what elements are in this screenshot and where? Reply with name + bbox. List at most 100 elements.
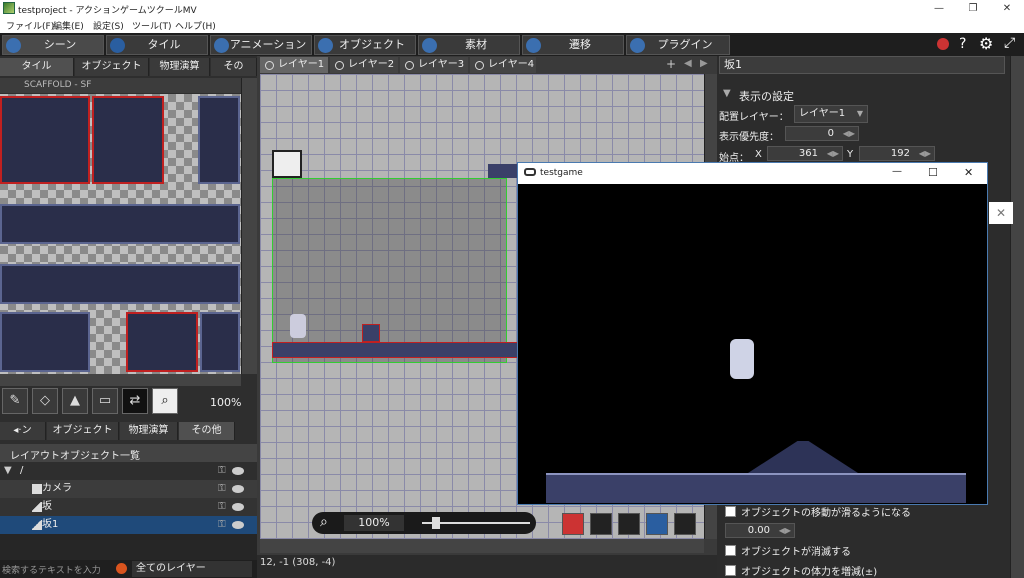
grid-hscroll[interactable] — [260, 539, 704, 553]
lock-icon[interactable]: ⚿ — [218, 516, 226, 534]
menu-help[interactable]: ヘルプ(H) — [175, 19, 216, 32]
magnet-icon[interactable] — [618, 513, 640, 535]
dialog-close-icon[interactable]: ✕ — [989, 202, 1013, 224]
game-close-button[interactable]: ✕ — [964, 166, 973, 179]
eye-icon[interactable] — [232, 467, 244, 475]
grid-toggle-icon[interactable] — [646, 513, 668, 535]
layer-tab-4[interactable]: レイヤー4 — [470, 57, 536, 73]
menu-file[interactable]: ファイル(F) — [6, 19, 54, 32]
tab-transition[interactable]: 遷移 — [522, 35, 624, 55]
minimize-button[interactable]: — — [922, 0, 956, 17]
tileset-vscroll[interactable] — [241, 78, 257, 374]
tab-tile[interactable]: タイル — [106, 35, 208, 55]
platform-tile[interactable] — [488, 164, 518, 178]
y-stepper[interactable]: 192 ◀▶ — [859, 146, 935, 161]
zoom-value[interactable]: 100% — [344, 515, 404, 531]
layer-scroll-right-icon[interactable]: ▶ — [700, 58, 708, 69]
tile-block[interactable] — [0, 264, 240, 304]
tile-block[interactable] — [0, 204, 240, 244]
add-layer-icon[interactable]: + — [666, 57, 676, 71]
list-tab-physics[interactable]: 物理演算 — [120, 422, 178, 440]
list-item-selected[interactable]: 坂1 ⚿ — [0, 516, 257, 534]
tab-material[interactable]: 素材 — [418, 35, 520, 55]
eraser-icon[interactable]: ◇ — [32, 388, 58, 414]
subtab-other[interactable]: その — [211, 58, 257, 76]
layer-filter-select[interactable]: 全てのレイヤー — [132, 561, 252, 577]
zoom-slider-handle[interactable] — [432, 517, 440, 529]
vanish-checkbox[interactable] — [725, 545, 736, 556]
subtab-tile[interactable]: タイル — [0, 58, 74, 76]
properties-vscroll[interactable] — [1010, 56, 1024, 578]
eye-icon[interactable] — [232, 521, 244, 529]
menu-settings[interactable]: 設定(S) — [93, 19, 124, 32]
lock-icon[interactable]: ⚿ — [218, 462, 226, 480]
gear-icon[interactable]: ⚙ — [979, 34, 993, 53]
expand-icon[interactable]: ⤢ — [1004, 35, 1015, 51]
tab-object[interactable]: オブジェクト — [314, 35, 416, 55]
stepper-arrows-icon[interactable]: ◀▶ — [779, 524, 791, 537]
list-root[interactable]: ▼ / ⚿ — [0, 462, 257, 480]
list-tab-scene[interactable]: ◂·ン — [0, 422, 46, 440]
step-tile[interactable] — [362, 324, 380, 342]
layer-tab-2[interactable]: レイヤー2 — [330, 57, 398, 73]
floor-tiles[interactable] — [272, 342, 518, 358]
stepper-arrows-icon[interactable]: ◀▶ — [827, 147, 839, 160]
layer-swap-icon[interactable] — [590, 513, 612, 535]
section-collapse-icon[interactable]: ▼ — [723, 88, 731, 99]
menu-edit[interactable]: 編集(E) — [53, 19, 84, 32]
list-tab-other[interactable]: その他 — [179, 422, 235, 440]
tab-scene[interactable]: シーン — [2, 35, 104, 55]
clear-search-icon[interactable] — [116, 563, 127, 574]
game-maximize-button[interactable]: ☐ — [928, 166, 938, 179]
tile-block[interactable] — [0, 96, 90, 184]
lock-icon[interactable]: ⚿ — [218, 480, 226, 498]
eye-icon[interactable] — [232, 485, 244, 493]
camera-area[interactable] — [272, 178, 507, 363]
stepper-arrows-icon[interactable]: ◀▶ — [919, 147, 931, 160]
collapse-arrow-icon[interactable]: ▼ — [4, 462, 12, 480]
list-item[interactable]: カメラ ⚿ — [0, 480, 257, 498]
search-input[interactable]: 検索するテキストを入力 — [2, 563, 112, 576]
stepper-arrows-icon[interactable]: ◀▶ — [843, 127, 855, 140]
layer-select[interactable]: レイヤー1 ▼ — [794, 105, 868, 123]
red-brush-icon[interactable] — [562, 513, 584, 535]
slide-checkbox[interactable] — [725, 506, 736, 517]
lock-icon[interactable]: ⚿ — [218, 498, 226, 516]
layer-select-icon[interactable]: ⇄ — [122, 388, 148, 414]
pencil-icon[interactable]: ✎ — [2, 388, 28, 414]
game-minimize-button[interactable]: — — [892, 166, 902, 177]
x-stepper[interactable]: 361 ◀▶ — [767, 146, 843, 161]
maximize-button[interactable]: ❐ — [956, 0, 990, 17]
list-tab-object[interactable]: オブジェクト — [47, 422, 119, 440]
fill-icon[interactable]: ▲ — [62, 388, 88, 414]
tile-block[interactable] — [0, 312, 90, 372]
zoom-icon[interactable]: ⌕ — [152, 388, 178, 414]
object-name-field[interactable]: 坂1 — [719, 56, 1005, 74]
close-button[interactable]: ✕ — [990, 0, 1024, 17]
tile-block[interactable] — [200, 312, 240, 372]
record-icon[interactable] — [937, 38, 949, 50]
tab-plugin[interactable]: プラグイン — [626, 35, 730, 55]
player-sprite[interactable] — [290, 314, 306, 338]
tileset-palette[interactable] — [0, 94, 241, 374]
shield-icon[interactable] — [674, 513, 696, 535]
hp-checkbox[interactable] — [725, 565, 736, 576]
tile-block[interactable] — [126, 312, 198, 372]
layer-scroll-left-icon[interactable]: ◀ — [684, 58, 692, 69]
help-icon[interactable]: ? — [959, 36, 966, 52]
tile-block[interactable] — [198, 96, 240, 184]
eye-icon[interactable] — [232, 503, 244, 511]
tab-animation[interactable]: アニメーション — [210, 35, 312, 55]
tileset-hscroll[interactable] — [0, 374, 241, 386]
select-rect-icon[interactable]: ▭ — [92, 388, 118, 414]
tile-block[interactable] — [92, 96, 164, 184]
subtab-physics[interactable]: 物理演算 — [150, 58, 210, 76]
menu-tools[interactable]: ツール(T) — [132, 19, 172, 32]
layer-tab-3[interactable]: レイヤー3 — [400, 57, 468, 73]
camera-object-icon[interactable] — [272, 150, 302, 178]
subtab-object[interactable]: オブジェクト — [75, 58, 149, 76]
priority-stepper[interactable]: 0 ◀▶ — [785, 126, 859, 141]
slide-stepper[interactable]: 0.00 ◀▶ — [725, 523, 795, 538]
list-item[interactable]: 坂 ⚿ — [0, 498, 257, 516]
layer-tab-1[interactable]: レイヤー1 — [260, 57, 328, 73]
